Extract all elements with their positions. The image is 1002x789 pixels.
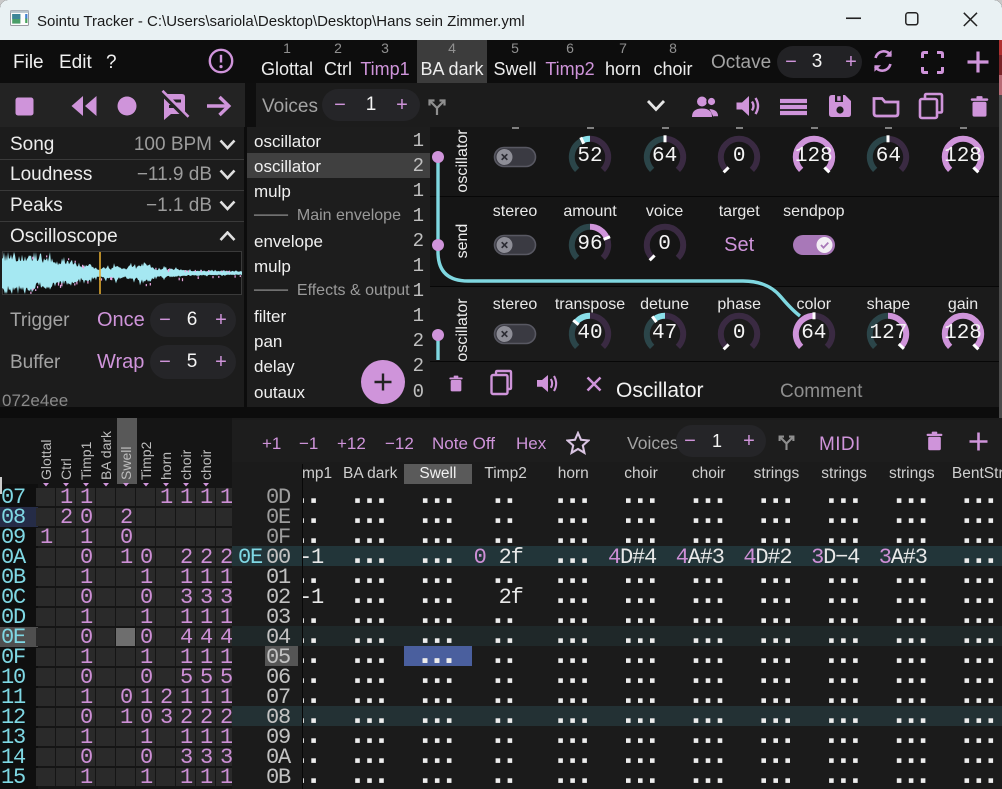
- svg-text:Ctrl: Ctrl: [58, 458, 74, 480]
- svg-text:Timp2: Timp2: [138, 441, 154, 480]
- svg-text:choir: choir: [178, 449, 194, 480]
- svg-text:BA dark: BA dark: [98, 430, 114, 480]
- svg-text:Timp1: Timp1: [78, 441, 94, 480]
- svg-text:choir: choir: [198, 449, 214, 480]
- svg-text:horn: horn: [158, 452, 174, 480]
- svg-text:Glottal: Glottal: [38, 440, 54, 480]
- svg-text:Swell: Swell: [118, 447, 134, 480]
